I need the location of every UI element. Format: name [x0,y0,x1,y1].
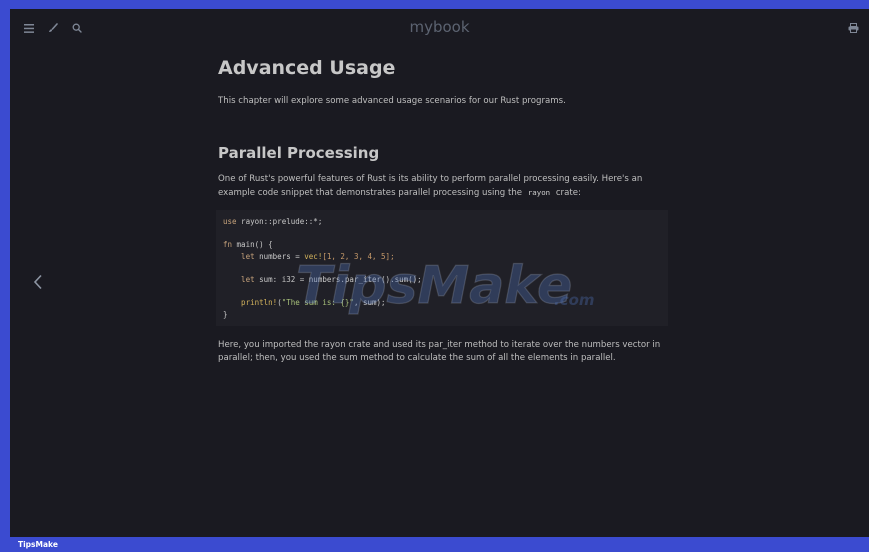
code-keyword: let [223,251,255,261]
code-block: use rayon::prelude::*; fn main() { let n… [216,210,668,327]
code-keyword: use [223,217,237,226]
intro-paragraph: This chapter will explore some advanced … [218,96,566,106]
code-keyword: fn [223,240,233,250]
section-paragraph: One of Rust's powerful features of Rust … [218,173,670,200]
chapter-heading: Advanced Usage [218,57,396,79]
previous-chapter-button[interactable] [26,272,50,296]
explanation-paragraph: Here, you imported the rayon crate and u… [218,340,661,364]
code-text: main() { [232,240,273,250]
code-text: } [223,309,228,319]
code-keyword: let [223,274,255,284]
inline-code: rayon [527,188,551,197]
code-type: i32 [281,274,296,284]
code-string: "The sum is: {}" [281,298,354,308]
printer-icon[interactable] [845,20,861,36]
chapter-content: Advanced Usage This chapter will explore… [216,57,670,365]
code-text: sum: [254,274,282,284]
code-text: , sum); [353,298,386,308]
code-macro: println! [223,298,278,308]
code-text: [1, 2, 3, 4, 5]; [322,251,395,261]
code-text: = numbers.par_iter().sum(); [295,274,422,284]
menu-bar: mybook [10,9,869,49]
section-heading: Parallel Processing [218,144,380,162]
code-text: numbers = [254,251,305,261]
chevron-left-icon [33,274,43,294]
book-viewport: mybook Advanced Usage This chapter will … [10,9,869,537]
book-title: mybook [409,18,470,36]
code-macro: vec! [304,251,323,261]
footer-bar: TipsMake [0,537,869,552]
code-text: rayon::prelude::*; [236,217,323,226]
footer-brand: TipsMake [18,540,58,549]
paragraph-text-tail: crate: [555,188,581,198]
